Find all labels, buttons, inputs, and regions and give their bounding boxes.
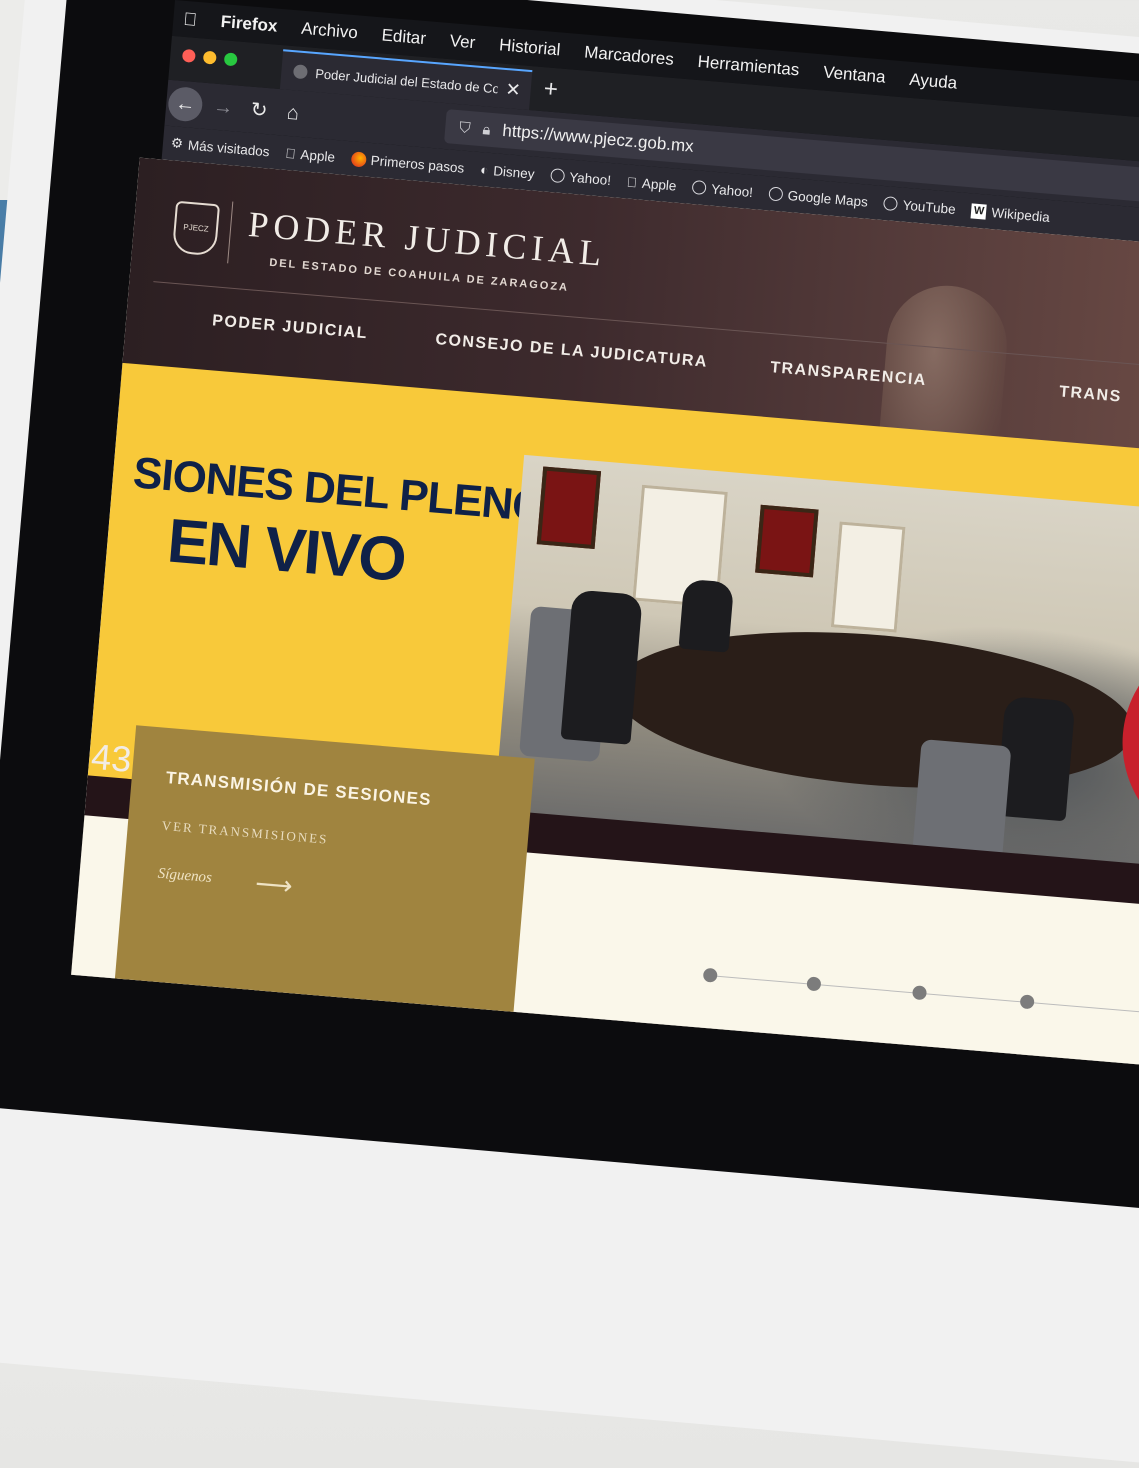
- person: [560, 589, 643, 745]
- wall-painting: [755, 504, 819, 578]
- web-page: PJECZ PODER JUDICIAL DEL ESTADO DE COAHU…: [71, 157, 1139, 1069]
- globe-icon: [691, 179, 707, 196]
- bookmark-label: Yahoo!: [690, 179, 754, 199]
- bookmark-label: Primeros pasos: [360, 151, 465, 175]
- bookmark-apple[interactable]: Apple: [285, 145, 336, 164]
- bookmark-label: YouTube: [881, 195, 956, 216]
- globe-icon: [883, 196, 899, 212]
- globe-icon: [768, 186, 784, 202]
- reload-icon[interactable]: ↻: [245, 92, 274, 128]
- slide-counter: 43: [89, 735, 134, 780]
- slider-dot[interactable]: [806, 976, 822, 992]
- back-arrow-icon[interactable]: ←: [166, 85, 204, 123]
- close-tab-icon[interactable]: ✕: [505, 79, 532, 102]
- slider-dot[interactable]: [702, 967, 718, 983]
- arrow-right-icon[interactable]: ⟶: [254, 868, 294, 902]
- window-controls: [181, 48, 238, 67]
- minimize-window-button[interactable]: [202, 50, 217, 65]
- menu-marcadores[interactable]: Marcadores: [583, 42, 675, 69]
- url-text[interactable]: https://www.pjecz.gob.mx: [502, 121, 695, 157]
- bookmark-google-maps[interactable]: Google Maps: [768, 186, 868, 209]
- banner-live: EN VIVO: [164, 506, 408, 596]
- forward-arrow-icon[interactable]: →: [209, 89, 238, 125]
- menu-herramientas[interactable]: Herramientas: [697, 52, 800, 80]
- firefox-icon: [350, 150, 367, 168]
- bookmark-label: Wikipedia: [970, 202, 1051, 225]
- sessions-card: TRANSMISIÓN DE SESIONES VER TRANSMISIONE…: [114, 725, 535, 1014]
- menu-editar[interactable]: Editar: [381, 25, 427, 49]
- view-transmissions-link[interactable]: VER TRANSMISIONES: [161, 818, 329, 848]
- card-title: TRANSMISIÓN DE SESIONES: [165, 767, 433, 810]
- bookmark-label: Apple: [289, 145, 336, 165]
- new-tab-button[interactable]: +: [543, 75, 559, 104]
- globe-icon: [549, 168, 565, 184]
- apple-menu-icon[interactable]: : [183, 8, 198, 30]
- room-window: [830, 521, 906, 633]
- menu-archivo[interactable]: Archivo: [300, 19, 358, 44]
- wall-painting: [536, 466, 602, 550]
- bookmark-disney[interactable]: ◐ Disney: [480, 162, 535, 182]
- bookmark-apple-2[interactable]: Apple: [626, 174, 677, 193]
- close-window-button[interactable]: [181, 48, 196, 63]
- slider-dot[interactable]: [911, 985, 928, 1001]
- bookmark-label: Más visitados: [187, 137, 271, 159]
- menu-ver[interactable]: Ver: [449, 31, 476, 53]
- menu-ventana[interactable]: Ventana: [822, 63, 887, 88]
- bookmark-yahoo-2[interactable]: Yahoo!: [690, 179, 754, 200]
- menu-ayuda[interactable]: Ayuda: [909, 70, 958, 94]
- person: [678, 578, 735, 653]
- bookmark-wikipedia[interactable]: W Wikipedia: [970, 202, 1051, 225]
- bookmark-getting-started[interactable]: Primeros pasos: [350, 150, 465, 175]
- favicon-icon: [292, 64, 308, 80]
- bookmark-label: Apple: [621, 173, 677, 193]
- wikipedia-icon: W: [970, 202, 988, 220]
- bookmark-label: Yahoo!: [558, 168, 612, 187]
- menu-app-firefox[interactable]: Firefox: [220, 12, 278, 37]
- bookmark-label: Google Maps: [767, 185, 868, 209]
- screen:  Firefox Archivo Editar Ver Historial M…: [71, 0, 1139, 1089]
- zoom-window-button[interactable]: [223, 52, 238, 67]
- home-icon[interactable]: ⌂: [279, 95, 308, 131]
- bookmark-yahoo[interactable]: Yahoo!: [549, 168, 612, 188]
- lock-icon[interactable]: 🔒︎: [482, 121, 491, 139]
- bookmark-label: Disney: [482, 161, 535, 181]
- apple-icon: : [285, 145, 296, 161]
- menu-historial[interactable]: Historial: [498, 35, 561, 60]
- disney-icon: ◐: [480, 162, 489, 178]
- gear-icon: ⚙: [170, 135, 184, 152]
- bookmark-youtube[interactable]: YouTube: [883, 196, 956, 217]
- slider-dot[interactable]: [1019, 994, 1035, 1010]
- tab-title: Poder Judicial del Estado de Co: [314, 65, 499, 96]
- bookmark-most-visited[interactable]: ⚙ Más visitados: [170, 135, 270, 159]
- apple-icon: : [626, 174, 637, 190]
- tracking-shield-icon[interactable]: ⛉: [459, 119, 472, 137]
- follow-us-link[interactable]: Síguenos: [157, 866, 212, 887]
